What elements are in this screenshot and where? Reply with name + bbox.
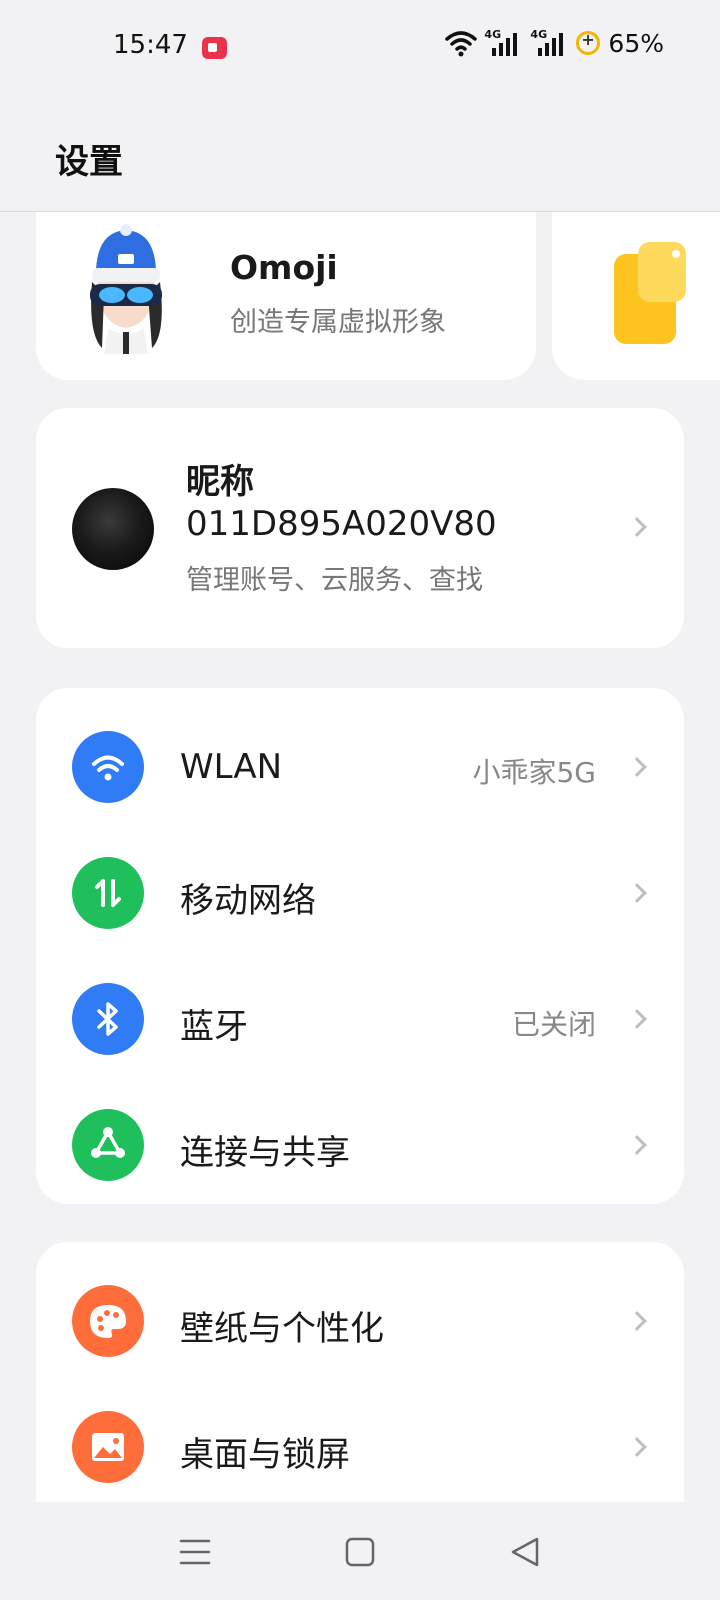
share-icon	[72, 1109, 144, 1181]
settings-item-label: 移动网络	[180, 881, 316, 921]
navigation-bar	[0, 1502, 720, 1600]
settings-item-mobile-network[interactable]: 移动网络	[36, 830, 684, 956]
chevron-right-icon	[627, 1009, 647, 1029]
chevron-right-icon	[627, 883, 647, 903]
bluetooth-icon	[72, 983, 144, 1055]
settings-item-desktop-lockscreen[interactable]: 桌面与锁屏	[36, 1384, 684, 1502]
chevron-right-icon	[627, 1437, 647, 1457]
omoji-avatar-icon	[90, 224, 162, 354]
header: 设置	[0, 96, 720, 212]
settings-item-value: 已关闭	[511, 1008, 596, 1041]
account-avatar	[72, 488, 154, 570]
status-bar: 15:47 4G 4G 65%	[0, 0, 720, 96]
account-subtitle: 管理账号、云服务、查找	[186, 565, 483, 596]
account-nickname: 昵称	[186, 462, 254, 502]
settings-item-label: 连接与共享	[180, 1133, 350, 1173]
omoji-subtitle: 创造专属虚拟形象	[230, 307, 446, 338]
account-id: 011D895A020V80	[186, 504, 497, 544]
mobile-network-icon	[72, 857, 144, 929]
home-icon[interactable]	[340, 1532, 380, 1572]
settings-item-label: WLAN	[180, 747, 283, 787]
settings-item-value: 小乖家5G	[472, 756, 596, 789]
menu-icon[interactable]	[175, 1532, 215, 1572]
battery-percentage: 65%	[608, 28, 664, 58]
cellular-signal-2-icon: 4G	[530, 28, 570, 58]
settings-item-bluetooth[interactable]: 蓝牙 已关闭	[36, 956, 684, 1082]
settings-item-label: 壁纸与个性化	[180, 1309, 384, 1349]
status-time: 15:47	[113, 30, 188, 60]
connectivity-card: WLAN 小乖家5G 移动网络 蓝牙 已关闭 连接与共享	[36, 688, 684, 1204]
chevron-right-icon	[627, 1311, 647, 1331]
omoji-title: Omoji	[230, 248, 338, 287]
shortcut-card[interactable]	[552, 212, 720, 380]
settings-item-label: 蓝牙	[180, 1007, 248, 1047]
account-card[interactable]: 昵称 011D895A020V80 管理账号、云服务、查找	[36, 408, 684, 648]
omoji-card[interactable]: Omoji 创造专属虚拟形象	[36, 212, 536, 380]
settings-list[interactable]: Omoji 创造专属虚拟形象 昵称 011D895A020V80 管理账号、云服…	[0, 212, 720, 1502]
chevron-right-icon	[627, 1135, 647, 1155]
cellular-signal-1-icon: 4G	[484, 28, 524, 58]
palette-icon	[72, 1285, 144, 1357]
battery-saver-icon	[576, 30, 601, 55]
status-icons: 4G 4G 65%	[444, 28, 664, 58]
chevron-right-icon	[627, 517, 647, 537]
page-title: 设置	[55, 142, 123, 182]
settings-item-wallpaper[interactable]: 壁纸与个性化	[36, 1258, 684, 1384]
wifi-icon	[72, 731, 144, 803]
settings-item-connection-sharing[interactable]: 连接与共享	[36, 1082, 684, 1208]
back-icon[interactable]	[505, 1532, 545, 1572]
personalization-card: 壁纸与个性化 桌面与锁屏	[36, 1242, 684, 1502]
card-pack-icon	[614, 242, 686, 344]
wifi-signal-icon	[445, 31, 478, 57]
chevron-right-icon	[627, 757, 647, 777]
settings-item-wlan[interactable]: WLAN 小乖家5G	[36, 704, 684, 830]
picture-icon	[72, 1411, 144, 1483]
settings-item-label: 桌面与锁屏	[180, 1435, 350, 1475]
screen-record-icon	[202, 37, 227, 59]
